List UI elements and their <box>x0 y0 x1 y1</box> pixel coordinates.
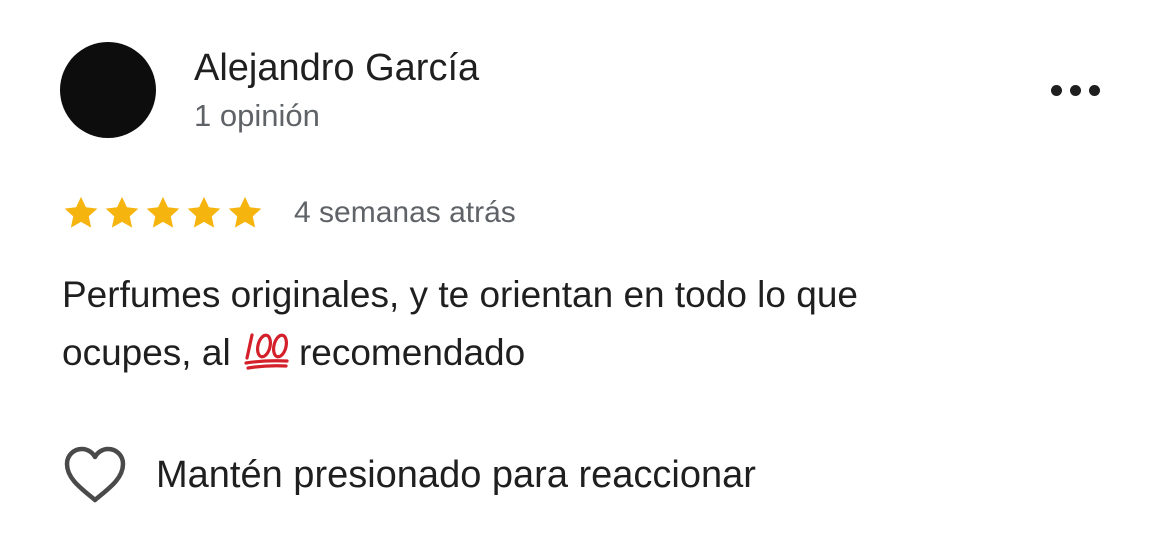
star-icon <box>187 196 221 228</box>
review-text: Perfumes originales, y te orientan en to… <box>62 266 1102 382</box>
review-text-segment: recomendado <box>298 332 526 373</box>
avatar[interactable] <box>60 42 156 138</box>
more-horizontal-icon <box>1088 84 1100 96</box>
more-options-button[interactable] <box>1040 72 1110 108</box>
star-icon <box>64 196 98 228</box>
star-icon <box>146 196 180 228</box>
review-text-line: ocupes, al recomendado <box>62 324 1102 382</box>
review-text-segment: ocupes, al <box>62 332 231 373</box>
review-text-line: Perfumes originales, y te orientan en to… <box>62 266 1102 324</box>
more-horizontal-icon <box>1050 84 1062 96</box>
react-button[interactable]: Mantén presionado para reaccionar <box>62 440 756 510</box>
star-rating <box>62 194 264 232</box>
review-date: 4 semanas atrás <box>294 196 516 229</box>
star-icon <box>105 196 139 228</box>
author-review-count: 1 opinión <box>194 98 320 133</box>
author-name[interactable]: Alejandro García <box>194 46 479 90</box>
more-horizontal-icon <box>1069 84 1081 96</box>
heart-icon <box>64 446 126 503</box>
react-label: Mantén presionado para reaccionar <box>156 454 756 496</box>
hundred-points-icon <box>243 330 293 370</box>
review-text-segment: Perfumes originales, y te orientan en to… <box>62 274 858 315</box>
star-icon <box>228 196 262 228</box>
rating-row: 4 semanas atrás <box>62 190 516 236</box>
